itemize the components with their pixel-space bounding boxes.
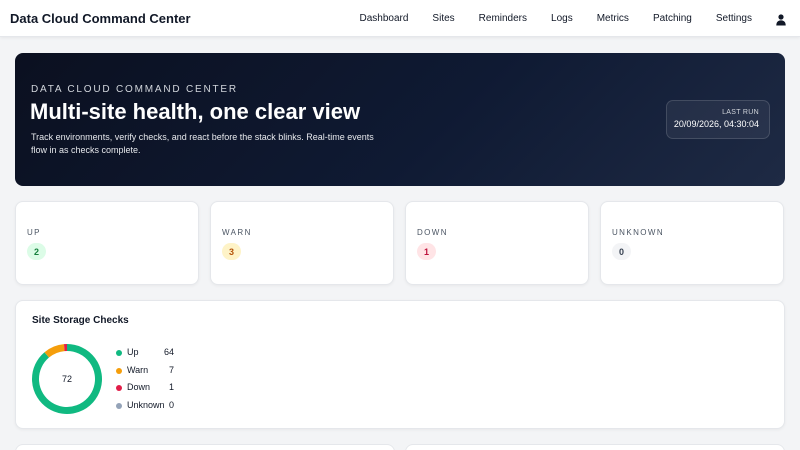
legend-label: Unknown xyxy=(127,399,165,410)
stat-label: WARN xyxy=(222,228,252,237)
last-run-value: 20/09/2026, 04:30:04 xyxy=(673,119,759,129)
hero-description: Track environments, verify checks, and r… xyxy=(31,132,374,155)
last-run-card: LAST RUN 20/09/2026, 04:30:04 xyxy=(666,100,770,139)
legend-dot-unknown xyxy=(116,402,122,409)
nav-dashboard[interactable]: Dashboard xyxy=(360,13,409,24)
next-card-right xyxy=(405,444,785,450)
donut-legend: Up 64 Warn 7 Down 1 Unknown 0 xyxy=(116,347,186,417)
legend-label: Up xyxy=(127,347,139,357)
legend-dot-warn xyxy=(116,367,122,374)
legend-value: 0 xyxy=(168,399,174,410)
stat-label: DOWN xyxy=(417,228,448,237)
legend-label: Warn xyxy=(127,364,149,375)
next-card-left xyxy=(15,444,395,450)
legend-dot-up xyxy=(116,350,122,356)
legend-value: 64 xyxy=(163,347,174,357)
stat-badge-down: 1 xyxy=(417,243,436,260)
legend-dot-down xyxy=(116,385,122,391)
stat-card-warn[interactable]: WARN 3 xyxy=(210,201,394,285)
hero-title: Multi-site health, one clear view xyxy=(30,99,361,124)
nav-logs[interactable]: Logs xyxy=(551,13,573,24)
app-title[interactable]: Data Cloud Command Center xyxy=(10,11,191,26)
stat-card-up[interactable]: UP 2 xyxy=(15,201,199,285)
stat-badge-up: 2 xyxy=(27,243,46,260)
panel-title: Site Storage Checks xyxy=(32,315,129,326)
nav-patching[interactable]: Patching xyxy=(653,13,692,24)
legend-item-down: Down 1 xyxy=(116,382,186,400)
stat-label: UNKNOWN xyxy=(612,228,665,237)
hero-eyebrow: DATA CLOUD COMMAND CENTER xyxy=(31,84,238,95)
user-icon[interactable] xyxy=(776,13,786,25)
stat-card-down[interactable]: DOWN 1 xyxy=(405,201,589,285)
storage-checks-panel: Site Storage Checks 72 Up 64 Warn 7 Down… xyxy=(15,300,785,429)
stat-badge-warn: 3 xyxy=(222,243,241,260)
last-run-label: LAST RUN xyxy=(722,109,759,116)
nav-settings[interactable]: Settings xyxy=(716,13,752,24)
legend-item-up: Up 64 xyxy=(116,347,186,365)
legend-item-warn: Warn 7 xyxy=(116,365,186,383)
legend-value: 7 xyxy=(168,364,174,375)
nav-sites[interactable]: Sites xyxy=(432,13,454,24)
stat-badge-unknown: 0 xyxy=(612,243,631,260)
stat-card-unknown[interactable]: UNKNOWN 0 xyxy=(600,201,784,285)
donut-total: 72 xyxy=(61,374,72,384)
main-nav: Dashboard Sites Reminders Logs Metrics P… xyxy=(360,0,787,37)
legend-item-unknown: Unknown 0 xyxy=(116,400,186,418)
hero-banner: DATA CLOUD COMMAND CENTER Multi-site hea… xyxy=(15,53,785,186)
nav-metrics[interactable]: Metrics xyxy=(597,13,629,24)
top-nav-bar: Data Cloud Command Center Dashboard Site… xyxy=(0,0,800,37)
legend-value: 1 xyxy=(168,382,174,392)
stat-label: UP xyxy=(27,228,41,237)
legend-label: Down xyxy=(127,382,151,392)
nav-reminders[interactable]: Reminders xyxy=(479,13,527,24)
